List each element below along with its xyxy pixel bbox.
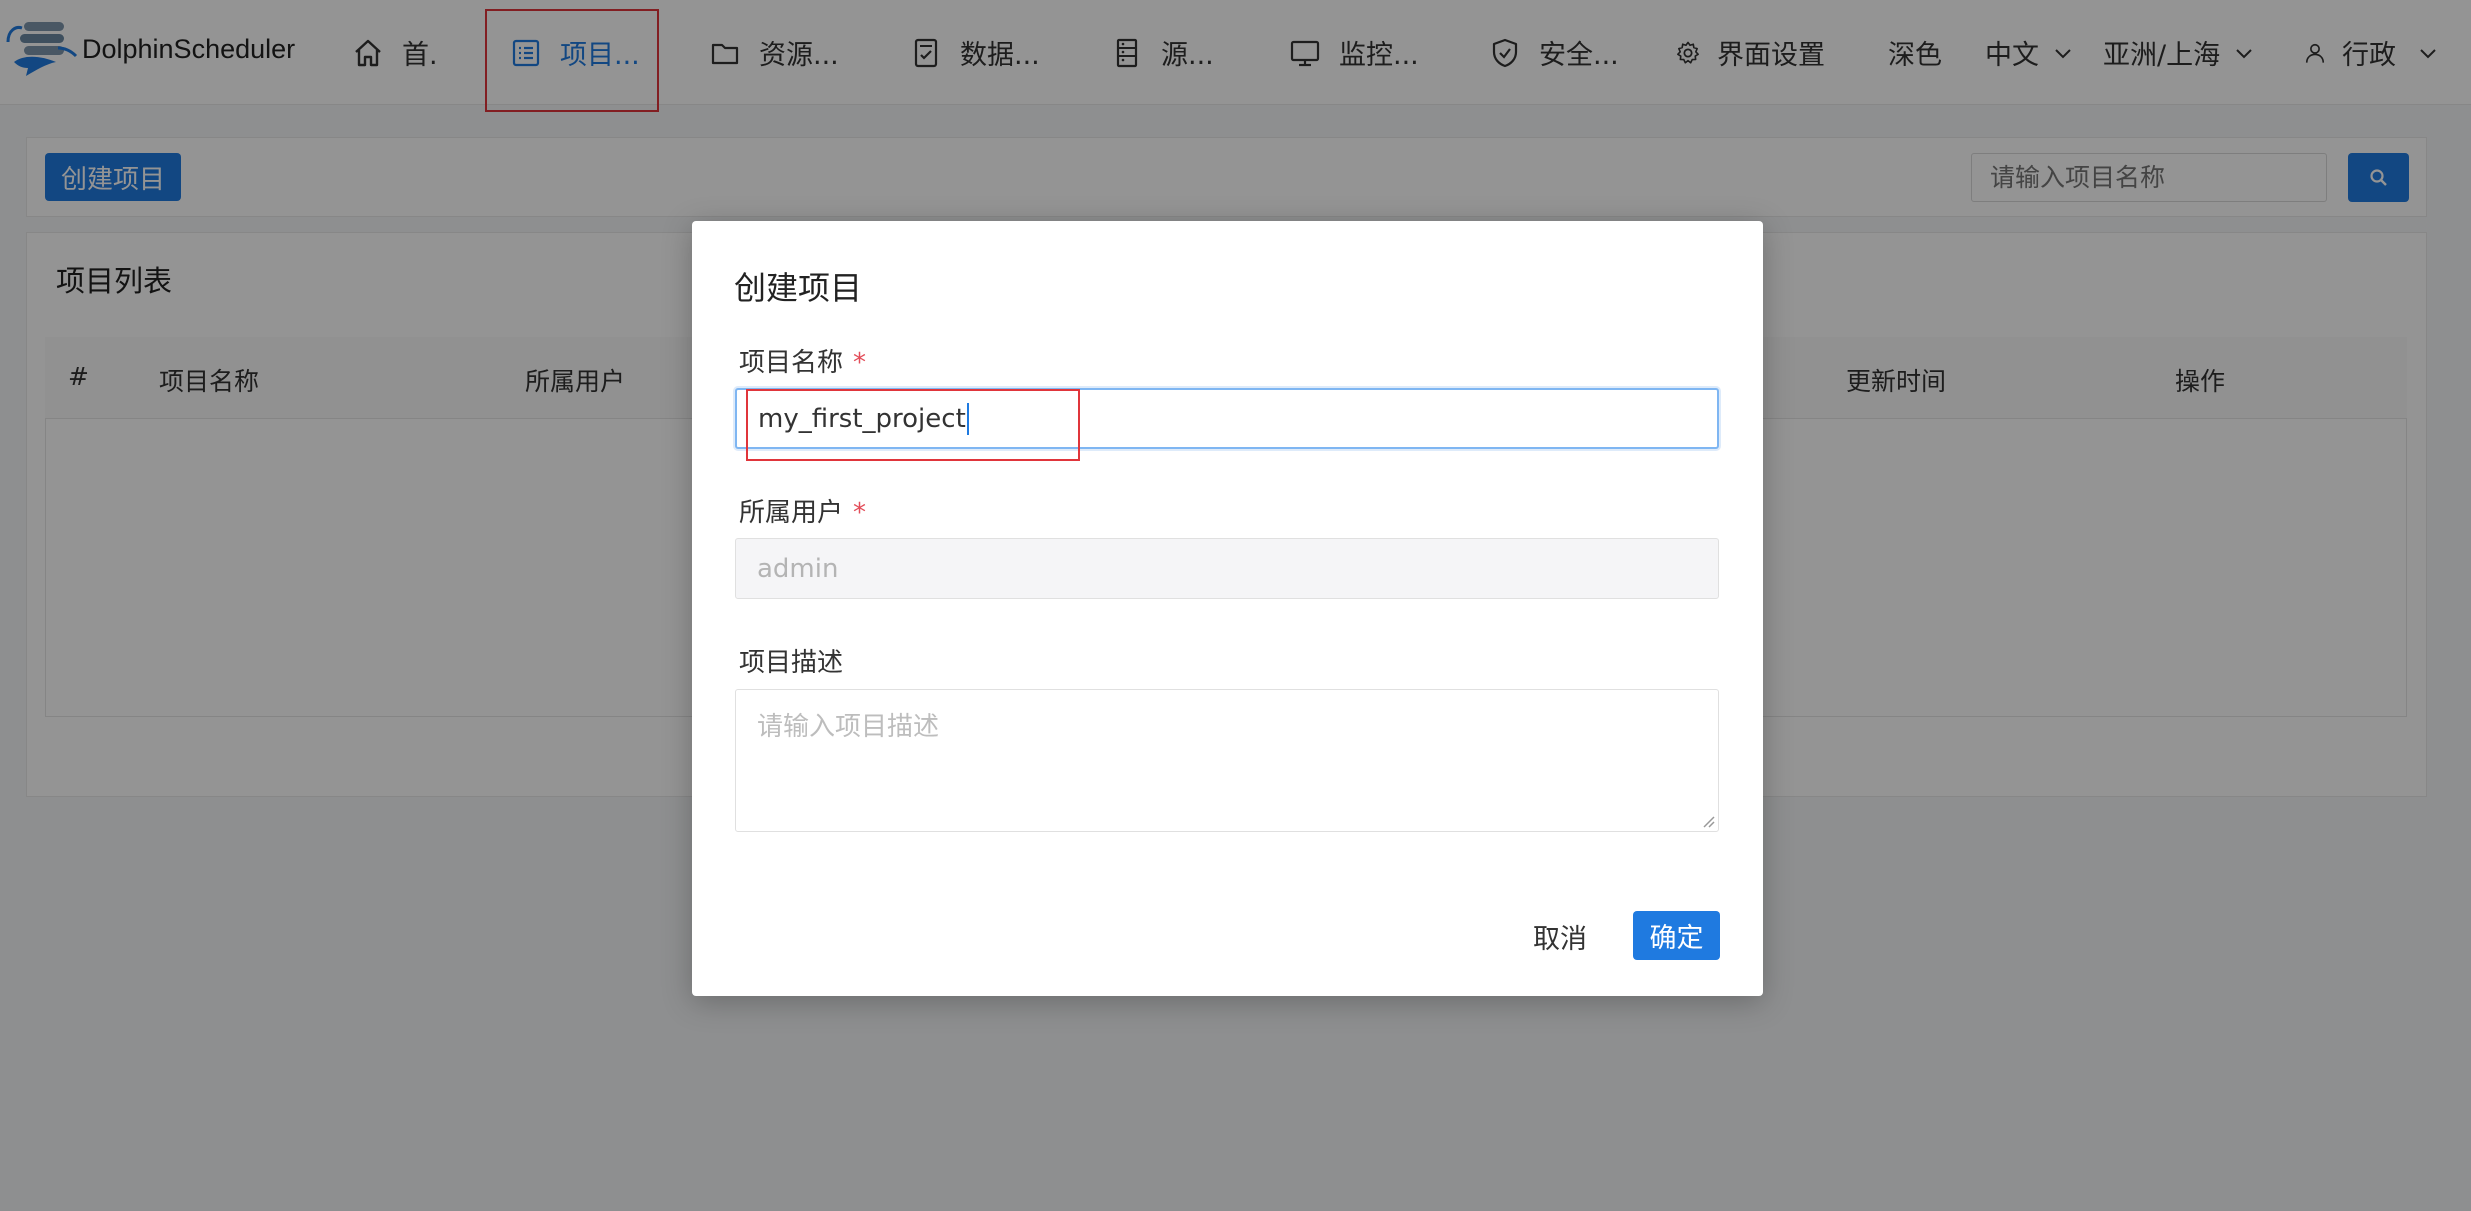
project-name-highlight-box	[746, 389, 1080, 461]
owner-label-text: 所属用户	[739, 498, 844, 528]
description-textarea[interactable]: 请输入项目描述	[735, 689, 1719, 832]
description-placeholder: 请输入项目描述	[757, 712, 940, 742]
description-label: 项目描述	[739, 648, 844, 678]
create-project-dialog: 创建项目 项目名称 * my_first_project 所属用户 * admin …	[692, 221, 1763, 996]
owner-value: admin	[757, 553, 839, 584]
cancel-button[interactable]: 取消	[1522, 912, 1598, 960]
owner-label: 所属用户 *	[739, 492, 866, 529]
dialog-title: 创建项目	[734, 269, 863, 307]
required-mark: *	[853, 348, 867, 378]
confirm-button[interactable]: 确定	[1633, 911, 1720, 960]
project-name-label: 项目名称 *	[739, 342, 866, 379]
project-name-label-text: 项目名称	[739, 348, 844, 378]
owner-input: admin	[735, 538, 1719, 599]
required-mark: *	[853, 498, 867, 528]
resize-handle-icon[interactable]	[1701, 814, 1715, 828]
